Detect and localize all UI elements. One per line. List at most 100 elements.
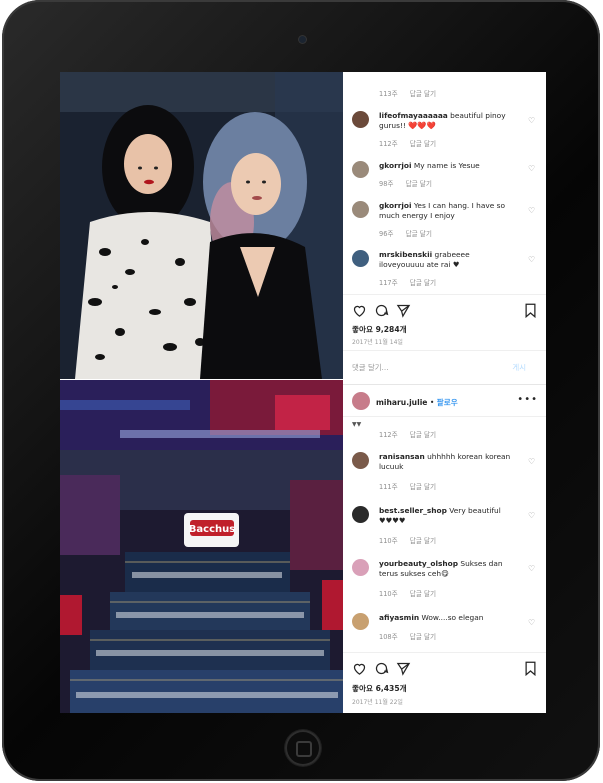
comment-username[interactable]: yourbeauty_olshop xyxy=(379,559,458,568)
comment-text: gkorrjoi Yes I can hang. I have so much … xyxy=(379,201,517,221)
likes-count[interactable]: 좋아요 9,284개 xyxy=(352,324,407,335)
comment-time: 110주 xyxy=(379,590,398,598)
bookmark-icon[interactable] xyxy=(524,661,537,676)
avatar[interactable] xyxy=(352,161,369,178)
reply-link[interactable]: 답글 달기 xyxy=(410,537,436,545)
divider xyxy=(343,416,546,417)
comment-text: gkorrjoi My name is Yesue xyxy=(379,161,517,171)
post-photo-bar[interactable]: Bacchus xyxy=(60,380,343,713)
comment-time: 112주 xyxy=(379,431,398,439)
like-comment-icon[interactable]: ♡ xyxy=(528,256,536,264)
header-username[interactable]: miharu.julie xyxy=(376,398,427,407)
comment-body: My name is Yesue xyxy=(413,161,480,170)
comment-time: 111주 xyxy=(379,483,398,491)
comment-time: 112주 xyxy=(379,140,398,148)
comment-text: afiyasmin Wow....so elegan xyxy=(379,613,517,623)
like-comment-icon[interactable]: ♡ xyxy=(528,117,536,125)
comment-time: 108주 xyxy=(379,633,398,641)
like-comment-icon[interactable]: ♡ xyxy=(528,207,536,215)
share-icon[interactable] xyxy=(396,661,411,676)
comment-icon[interactable] xyxy=(374,303,389,318)
portrait-illustration xyxy=(60,72,343,379)
comment-text: best.seller_shop Very beautiful ♥♥♥♥ xyxy=(379,506,517,526)
avatar[interactable] xyxy=(352,559,369,576)
more-icon[interactable]: ••• xyxy=(517,394,538,405)
comment-tail-icon: ▼▼ xyxy=(352,421,362,428)
comment-item: mrskibenskii grabeeee iloveyouuuu ate ra… xyxy=(352,250,542,287)
reply-link[interactable]: 답글 달기 xyxy=(410,279,436,287)
comment-meta: 113주 답글 달기 xyxy=(379,88,436,98)
post-date: 2017년 11월 14일 xyxy=(352,339,403,346)
header-avatar[interactable] xyxy=(352,392,370,410)
home-button[interactable] xyxy=(285,730,321,766)
comment-username[interactable]: gkorrjoi xyxy=(379,161,412,170)
screen: Bacchus 113주 답글 달기 lifeofmayaaaaaa beaut… xyxy=(60,72,546,713)
like-comment-icon[interactable]: ♡ xyxy=(528,619,536,627)
comment-meta: 98주 답글 달기 xyxy=(379,178,432,188)
reply-link[interactable]: 답글 달기 xyxy=(410,483,436,491)
comment-username[interactable]: mrskibenskii xyxy=(379,250,432,259)
avatar[interactable] xyxy=(352,250,369,267)
like-comment-icon[interactable]: ♡ xyxy=(528,512,536,520)
reply-link[interactable]: 답글 달기 xyxy=(406,230,432,238)
avatar[interactable] xyxy=(352,111,369,128)
follow-button[interactable]: 팔로우 xyxy=(437,398,458,407)
tablet-frame: Bacchus 113주 답글 달기 lifeofmayaaaaaa beaut… xyxy=(2,0,600,781)
post-comment-button[interactable]: 게시 xyxy=(512,362,526,373)
comment-item: ranisansan uhhhhh korean korean lucuuk ♡… xyxy=(352,452,542,491)
avatar[interactable] xyxy=(352,506,369,523)
comment-text: lifeofmayaaaaaa beautiful pinoy gurus!! … xyxy=(379,111,517,131)
reply-link[interactable]: 답글 달기 xyxy=(410,140,436,148)
comment-item: yourbeauty_olshop Sukses dan terus sukse… xyxy=(352,559,542,598)
bar-illustration: Bacchus xyxy=(60,380,343,713)
heart-icon[interactable] xyxy=(352,661,367,676)
divider xyxy=(343,294,546,295)
comment-time: 98주 xyxy=(379,180,394,188)
reply-link[interactable]: 답글 달기 xyxy=(410,590,436,598)
bookmark-icon[interactable] xyxy=(524,303,537,318)
comment-text: ranisansan uhhhhh korean korean lucuuk xyxy=(379,452,517,472)
add-comment-input[interactable]: 댓글 달기... xyxy=(352,362,389,373)
avatar[interactable] xyxy=(352,613,369,630)
comment-meta: 111주 답글 달기 xyxy=(379,481,436,491)
heart-icon[interactable] xyxy=(352,303,367,318)
comments-panel: 113주 답글 달기 lifeofmayaaaaaa beautiful pin… xyxy=(343,72,546,713)
comment-body: Wow....so elegan xyxy=(421,613,484,622)
comment-item: gkorrjoi My name is Yesue ♡ 98주 답글 달기 xyxy=(352,161,542,189)
comment-username[interactable]: best.seller_shop xyxy=(379,506,447,515)
post-header-user: miharu.julie • 팔로우 xyxy=(376,397,458,408)
comment-item: best.seller_shop Very beautiful ♥♥♥♥ ♡ 1… xyxy=(352,506,542,545)
comment-meta: 112주 답글 달기 xyxy=(379,429,436,439)
comment-username[interactable]: ranisansan xyxy=(379,452,425,461)
post-photo-portrait[interactable] xyxy=(60,72,343,379)
like-comment-icon[interactable]: ♡ xyxy=(528,458,536,466)
comment-item: afiyasmin Wow....so elegan ♡ 108주 답글 달기 xyxy=(352,613,542,643)
like-comment-icon[interactable]: ♡ xyxy=(528,565,536,573)
comment-time: 117주 xyxy=(379,279,398,287)
header-dot: • xyxy=(427,398,437,407)
likes-count[interactable]: 좋아요 6,435개 xyxy=(352,683,407,694)
reply-link[interactable]: 답글 달기 xyxy=(410,431,436,439)
comment-username[interactable]: lifeofmayaaaaaa xyxy=(379,111,448,120)
comment-meta: 96주 답글 달기 xyxy=(379,228,432,238)
divider xyxy=(343,350,546,351)
share-icon[interactable] xyxy=(396,303,411,318)
comment-username[interactable]: gkorrjoi xyxy=(379,201,412,210)
reply-link[interactable]: 답글 달기 xyxy=(410,90,436,98)
comment-meta: 112주 답글 달기 xyxy=(379,138,436,148)
like-comment-icon[interactable]: ♡ xyxy=(528,165,536,173)
reply-link[interactable]: 답글 달기 xyxy=(410,633,436,641)
comment-item: lifeofmayaaaaaa beautiful pinoy gurus!! … xyxy=(352,111,542,148)
comment-meta: 110주 답글 달기 xyxy=(379,588,436,598)
divider xyxy=(343,652,546,653)
divider xyxy=(343,384,546,385)
camera-icon xyxy=(299,36,306,43)
comment-icon[interactable] xyxy=(374,661,389,676)
avatar[interactable] xyxy=(352,452,369,469)
avatar[interactable] xyxy=(352,201,369,218)
reply-link[interactable]: 답글 달기 xyxy=(406,180,432,188)
comment-text: mrskibenskii grabeeee iloveyouuuu ate ra… xyxy=(379,250,517,270)
comment-username[interactable]: afiyasmin xyxy=(379,613,419,622)
comment-time: 110주 xyxy=(379,537,398,545)
comment-meta: 110주 답글 달기 xyxy=(379,535,436,545)
